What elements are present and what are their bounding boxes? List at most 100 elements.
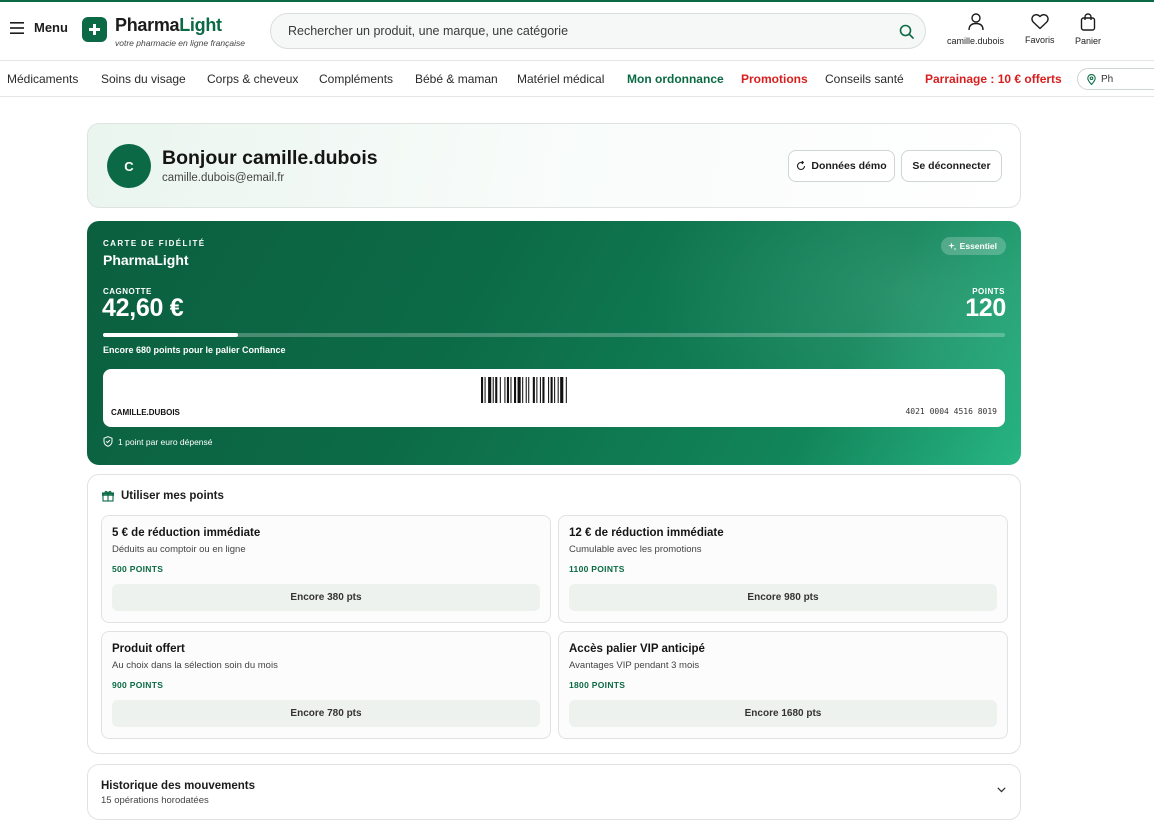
barcode-bar — [484, 377, 486, 403]
barcode-bar — [517, 377, 521, 403]
reward-redeem-button[interactable]: Encore 980 pts — [569, 584, 997, 611]
reward-points: 1100 POINTS — [569, 564, 625, 574]
cart-button[interactable]: Panier — [1075, 13, 1101, 46]
barcode-bar — [522, 377, 524, 403]
barcode-bar — [536, 377, 538, 403]
reward-description: Au choix dans la sélection soin du mois — [112, 660, 278, 671]
earn-rule-text: 1 point par euro dépensé — [118, 436, 213, 447]
search-icon[interactable] — [899, 24, 914, 39]
reward-description: Avantages VIP pendant 3 mois — [569, 660, 700, 671]
demo-data-button[interactable]: Données démo — [788, 150, 895, 182]
barcode-bar — [528, 377, 530, 403]
nav-item-bebe-maman[interactable]: Bébé & maman — [415, 72, 498, 86]
logo-tagline: votre pharmacie en ligne française — [115, 38, 245, 48]
nav-item-materiel-medical[interactable]: Matériel médical — [517, 72, 604, 86]
barcode-bar — [514, 377, 517, 403]
earn-rule: 1 point par euro dépensé — [103, 436, 213, 447]
favorites-label: Favoris — [1025, 35, 1055, 45]
barcode-bar — [488, 377, 492, 403]
account-button[interactable]: camille.dubois — [947, 13, 1004, 46]
cagnotte-value: 42,60 € — [102, 294, 184, 322]
site-header: Menu PharmaLight votre pharmacie en lign… — [0, 2, 1154, 58]
rewards-section: Utiliser mes points 5 € de réduction imm… — [87, 474, 1021, 754]
cross-logo-icon — [82, 17, 107, 42]
shield-check-icon — [103, 436, 113, 447]
barcode — [481, 377, 567, 403]
card-holder-name: CAMILLE.DUBOIS — [111, 408, 180, 417]
rewards-title-label: Utiliser mes points — [121, 490, 224, 502]
history-subtitle: 15 opérations horodatées — [101, 795, 209, 806]
nav-item-conseils-sante[interactable]: Conseils santé — [825, 72, 904, 86]
reward-title: 5 € de réduction immédiate — [112, 527, 261, 539]
reward-description: Déduits au comptoir ou en ligne — [112, 544, 246, 555]
cart-label: Panier — [1075, 36, 1102, 46]
barcode-bar — [542, 377, 545, 403]
reward-redeem-button[interactable]: Encore 1680 pts — [569, 700, 997, 727]
search-input[interactable] — [288, 24, 899, 38]
barcode-bar — [539, 377, 541, 403]
logout-label: Se déconnecter — [912, 160, 991, 172]
reward-redeem-button[interactable]: Encore 380 pts — [112, 584, 540, 611]
barcode-bar — [481, 377, 484, 403]
nav-item-promotions[interactable]: Promotions — [741, 72, 808, 86]
reward-card: Produit offert Au choix dans la sélectio… — [101, 631, 551, 739]
reward-redeem-button[interactable]: Encore 780 pts — [112, 700, 540, 727]
loyalty-brand: PharmaLight — [103, 252, 189, 268]
menu-label: Menu — [34, 20, 68, 35]
nav-item-complements[interactable]: Compléments — [319, 72, 393, 86]
barcode-bar — [495, 377, 498, 403]
user-email: camille.dubois@email.fr — [162, 172, 285, 184]
loyalty-kicker: CARTE DE FIDÉLITÉ — [103, 239, 206, 248]
favorites-button[interactable]: Favoris — [1025, 13, 1055, 45]
reward-card: Accès palier VIP anticipé Avantages VIP … — [558, 631, 1008, 739]
card-number: 4021 0004 4516 8019 — [905, 407, 997, 416]
pharmacy-selector-label: Ph — [1101, 73, 1114, 85]
hamburger-icon — [10, 21, 24, 34]
reward-title: 12 € de réduction immédiate — [569, 527, 724, 539]
barcode-bar — [554, 377, 556, 403]
barcode-bar — [550, 377, 553, 403]
category-nav: Médicaments Soins du visage Corps & chev… — [0, 60, 1154, 97]
site-logo[interactable]: PharmaLight votre pharmacie en ligne fra… — [82, 15, 245, 48]
reward-points: 900 POINTS — [112, 680, 164, 690]
greeting-card: C Bonjour camille.dubois camille.dubois@… — [87, 123, 1021, 208]
rewards-title: Utiliser mes points — [102, 490, 224, 502]
gift-icon — [102, 490, 114, 502]
barcode-bar — [492, 377, 494, 403]
nav-item-corps-cheveux[interactable]: Corps & cheveux — [207, 72, 298, 86]
sparkle-icon — [947, 242, 957, 251]
nav-item-ordonnance[interactable]: Mon ordonnance — [627, 72, 724, 86]
barcode-bar — [506, 377, 509, 403]
chevron-down-icon — [997, 787, 1006, 793]
reward-title: Produit offert — [112, 643, 185, 655]
nav-item-medicaments[interactable]: Médicaments — [7, 72, 78, 86]
nav-item-soins-visage[interactable]: Soins du visage — [101, 72, 186, 86]
barcode-bar — [532, 377, 535, 403]
reward-description: Cumulable avec les promotions — [569, 544, 702, 555]
search-bar — [270, 13, 926, 49]
barcode-bar — [560, 377, 564, 403]
history-title: Historique des mouvements — [101, 780, 256, 792]
reward-title: Accès palier VIP anticipé — [569, 643, 705, 655]
history-accordion[interactable]: Historique des mouvements 15 opérations … — [87, 764, 1021, 820]
account-label: camille.dubois — [947, 36, 1005, 46]
menu-button[interactable]: Menu — [10, 20, 68, 35]
barcode-bar — [504, 377, 506, 403]
heart-icon — [1031, 14, 1049, 30]
reward-points: 1800 POINTS — [569, 680, 626, 690]
nav-item-parrainage[interactable]: Parrainage : 10 € offerts — [925, 72, 1062, 86]
user-icon — [967, 13, 984, 31]
shopping-bag-icon — [1080, 13, 1096, 31]
reward-card: 12 € de réduction immédiate Cumulable av… — [558, 515, 1008, 623]
avatar: C — [107, 144, 151, 188]
barcode-bar — [557, 377, 559, 403]
loyalty-card: CARTE DE FIDÉLITÉ PharmaLight Essentiel … — [87, 221, 1021, 465]
barcode-bar — [499, 377, 501, 403]
tier-progress-bar — [103, 333, 1005, 337]
barcode-bar — [510, 377, 512, 403]
logout-button[interactable]: Se déconnecter — [901, 150, 1002, 182]
pharmacy-selector[interactable]: Ph — [1077, 68, 1154, 90]
reward-points: 500 POINTS — [112, 564, 164, 574]
barcode-bar — [548, 377, 550, 403]
logo-wordmark: PharmaLight — [115, 15, 222, 35]
